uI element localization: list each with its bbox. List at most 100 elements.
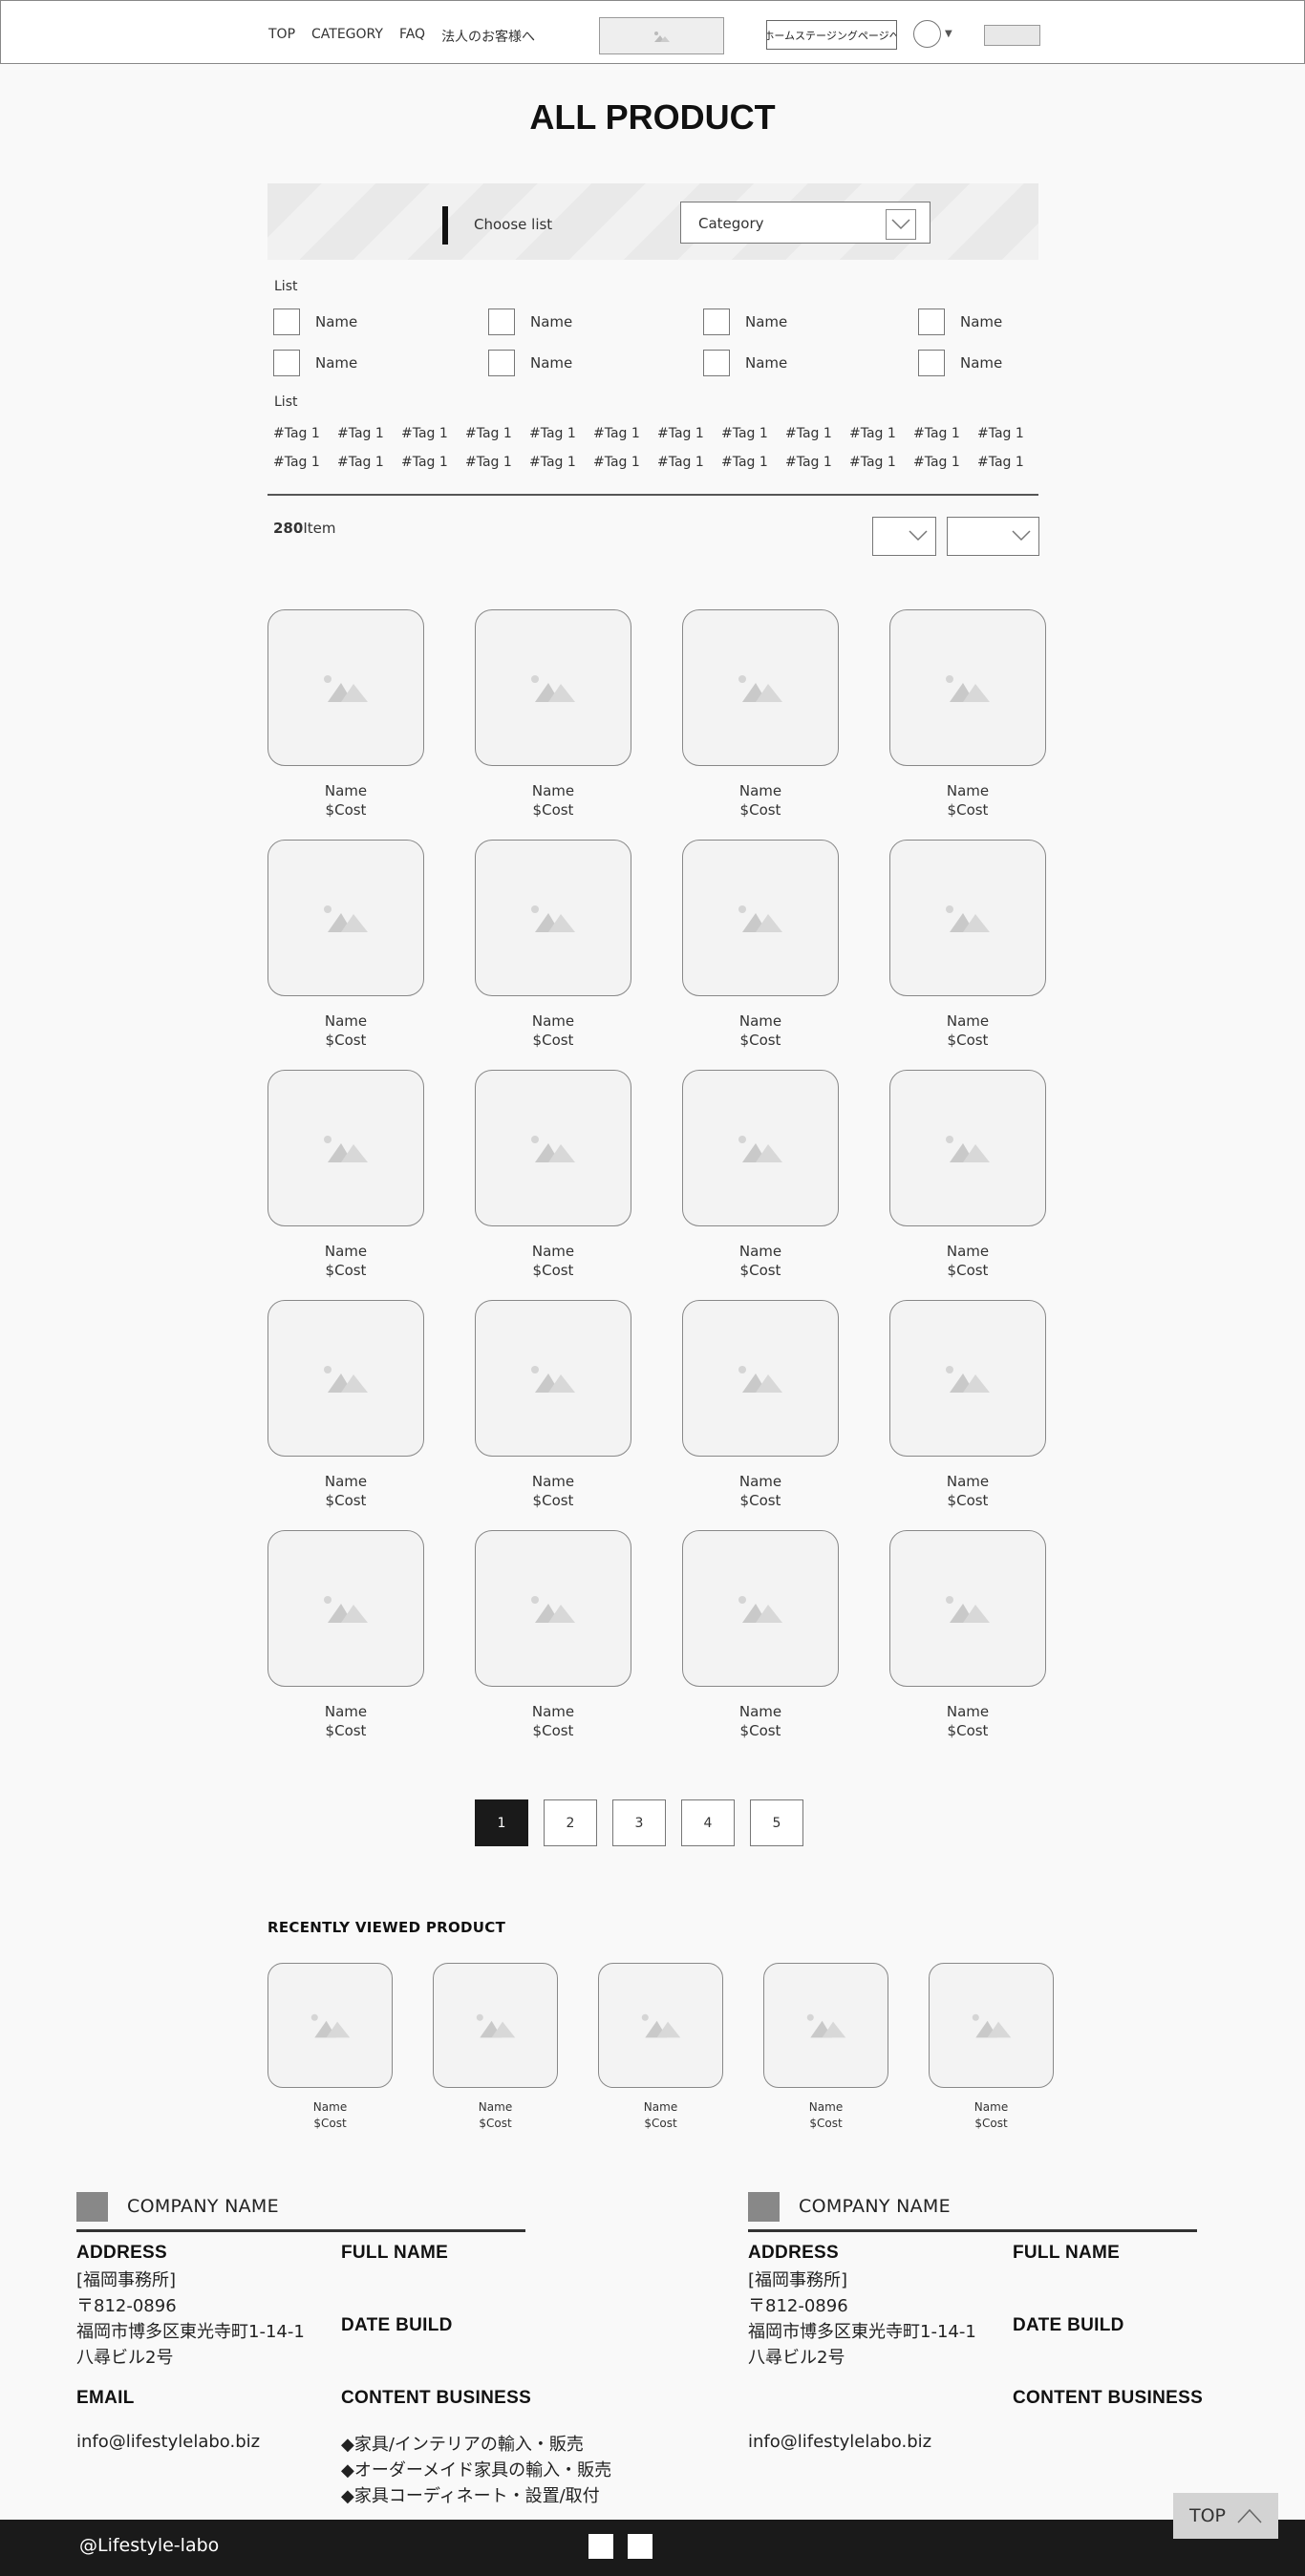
- tag-chip[interactable]: #Tag 1: [273, 426, 320, 441]
- tag-chip[interactable]: #Tag 1: [977, 426, 1024, 441]
- product-image[interactable]: [475, 1070, 631, 1226]
- tag-chip[interactable]: #Tag 1: [593, 455, 640, 470]
- tag-chip[interactable]: #Tag 1: [657, 455, 704, 470]
- checkbox[interactable]: [918, 350, 945, 376]
- avatar[interactable]: [913, 20, 941, 48]
- filter-checkbox[interactable]: Name: [918, 350, 1002, 376]
- product-image[interactable]: [889, 840, 1046, 996]
- checkbox[interactable]: [488, 350, 515, 376]
- product-image[interactable]: [889, 609, 1046, 766]
- filter-checkbox[interactable]: Name: [488, 309, 572, 335]
- recent-product-card[interactable]: Name $Cost: [598, 1963, 723, 2132]
- page-button-3[interactable]: 3: [612, 1799, 666, 1846]
- sort-select-1[interactable]: [872, 517, 936, 556]
- page-button-4[interactable]: 4: [681, 1799, 735, 1846]
- home-staging-button[interactable]: ホームステージングページへ: [766, 20, 897, 50]
- product-image[interactable]: [475, 609, 631, 766]
- tag-chip[interactable]: #Tag 1: [529, 426, 576, 441]
- product-image[interactable]: [475, 1530, 631, 1687]
- tag-chip[interactable]: #Tag 1: [849, 426, 896, 441]
- social-icon-2[interactable]: [628, 2534, 652, 2559]
- product-image[interactable]: [889, 1070, 1046, 1226]
- checkbox[interactable]: [273, 309, 300, 335]
- product-image[interactable]: [682, 840, 839, 996]
- product-image[interactable]: [267, 1530, 424, 1687]
- tag-chip[interactable]: #Tag 1: [721, 455, 768, 470]
- tag-chip[interactable]: #Tag 1: [913, 426, 960, 441]
- page-button-2[interactable]: 2: [544, 1799, 597, 1846]
- product-image[interactable]: [475, 840, 631, 996]
- product-image[interactable]: [475, 1300, 631, 1457]
- tag-chip[interactable]: #Tag 1: [849, 455, 896, 470]
- product-card[interactable]: Name $Cost: [475, 1300, 631, 1510]
- product-image[interactable]: [267, 1300, 424, 1457]
- tag-chip[interactable]: #Tag 1: [337, 426, 384, 441]
- site-logo[interactable]: [599, 17, 724, 54]
- recent-product-card[interactable]: Name $Cost: [929, 1963, 1054, 2132]
- category-select[interactable]: Category: [680, 202, 931, 244]
- product-image[interactable]: [433, 1963, 558, 2088]
- checkbox[interactable]: [273, 350, 300, 376]
- account-menu[interactable]: ▼: [913, 20, 952, 48]
- page-button-1[interactable]: 1: [475, 1799, 528, 1846]
- product-image[interactable]: [267, 609, 424, 766]
- product-card[interactable]: Name $Cost: [267, 609, 424, 820]
- product-card[interactable]: Name $Cost: [682, 840, 839, 1050]
- product-image[interactable]: [682, 609, 839, 766]
- product-card[interactable]: Name $Cost: [267, 840, 424, 1050]
- tag-chip[interactable]: #Tag 1: [785, 455, 832, 470]
- chevron-down-icon[interactable]: [886, 209, 916, 240]
- filter-checkbox[interactable]: Name: [918, 309, 1002, 335]
- product-card[interactable]: Name $Cost: [475, 840, 631, 1050]
- product-card[interactable]: Name $Cost: [267, 1530, 424, 1740]
- filter-checkbox[interactable]: Name: [703, 309, 787, 335]
- product-image[interactable]: [929, 1963, 1054, 2088]
- email-link[interactable]: info@lifestylelabo.biz: [76, 2429, 260, 2455]
- product-card[interactable]: Name $Cost: [682, 1300, 839, 1510]
- product-image[interactable]: [889, 1530, 1046, 1687]
- back-to-top-button[interactable]: TOP: [1173, 2493, 1278, 2539]
- tag-chip[interactable]: #Tag 1: [913, 455, 960, 470]
- nav-top[interactable]: TOP: [268, 27, 295, 46]
- sort-select-2[interactable]: [947, 517, 1039, 556]
- tag-chip[interactable]: #Tag 1: [401, 455, 448, 470]
- recent-product-card[interactable]: Name $Cost: [763, 1963, 888, 2132]
- tag-chip[interactable]: #Tag 1: [657, 426, 704, 441]
- tag-chip[interactable]: #Tag 1: [401, 426, 448, 441]
- product-image[interactable]: [682, 1530, 839, 1687]
- cart-button[interactable]: [984, 25, 1040, 46]
- product-card[interactable]: Name $Cost: [682, 1070, 839, 1280]
- product-card[interactable]: Name $Cost: [682, 609, 839, 820]
- product-card[interactable]: Name $Cost: [682, 1530, 839, 1740]
- product-card[interactable]: Name $Cost: [267, 1070, 424, 1280]
- checkbox[interactable]: [488, 309, 515, 335]
- product-card[interactable]: Name $Cost: [889, 840, 1046, 1050]
- tag-chip[interactable]: #Tag 1: [977, 455, 1024, 470]
- tag-chip[interactable]: #Tag 1: [529, 455, 576, 470]
- product-card[interactable]: Name $Cost: [889, 1300, 1046, 1510]
- checkbox[interactable]: [918, 309, 945, 335]
- product-image[interactable]: [682, 1300, 839, 1457]
- product-card[interactable]: Name $Cost: [889, 1070, 1046, 1280]
- product-image[interactable]: [267, 1070, 424, 1226]
- tag-chip[interactable]: #Tag 1: [273, 455, 320, 470]
- filter-checkbox[interactable]: Name: [273, 350, 357, 376]
- recent-product-card[interactable]: Name $Cost: [433, 1963, 558, 2132]
- filter-checkbox[interactable]: Name: [703, 350, 787, 376]
- recent-product-card[interactable]: Name $Cost: [267, 1963, 393, 2132]
- tag-chip[interactable]: #Tag 1: [593, 426, 640, 441]
- product-card[interactable]: Name $Cost: [475, 609, 631, 820]
- product-image[interactable]: [682, 1070, 839, 1226]
- product-image[interactable]: [267, 840, 424, 996]
- tag-chip[interactable]: #Tag 1: [785, 426, 832, 441]
- checkbox[interactable]: [703, 309, 730, 335]
- product-card[interactable]: Name $Cost: [475, 1070, 631, 1280]
- filter-checkbox[interactable]: Name: [488, 350, 572, 376]
- social-icon-1[interactable]: [588, 2534, 613, 2559]
- social-handle[interactable]: @Lifestyle-labo: [79, 2535, 219, 2556]
- tag-chip[interactable]: #Tag 1: [465, 455, 512, 470]
- nav-corporate[interactable]: 法人のお客様へ: [441, 27, 535, 46]
- filter-checkbox[interactable]: Name: [273, 309, 357, 335]
- product-image[interactable]: [267, 1963, 393, 2088]
- nav-faq[interactable]: FAQ: [399, 27, 425, 46]
